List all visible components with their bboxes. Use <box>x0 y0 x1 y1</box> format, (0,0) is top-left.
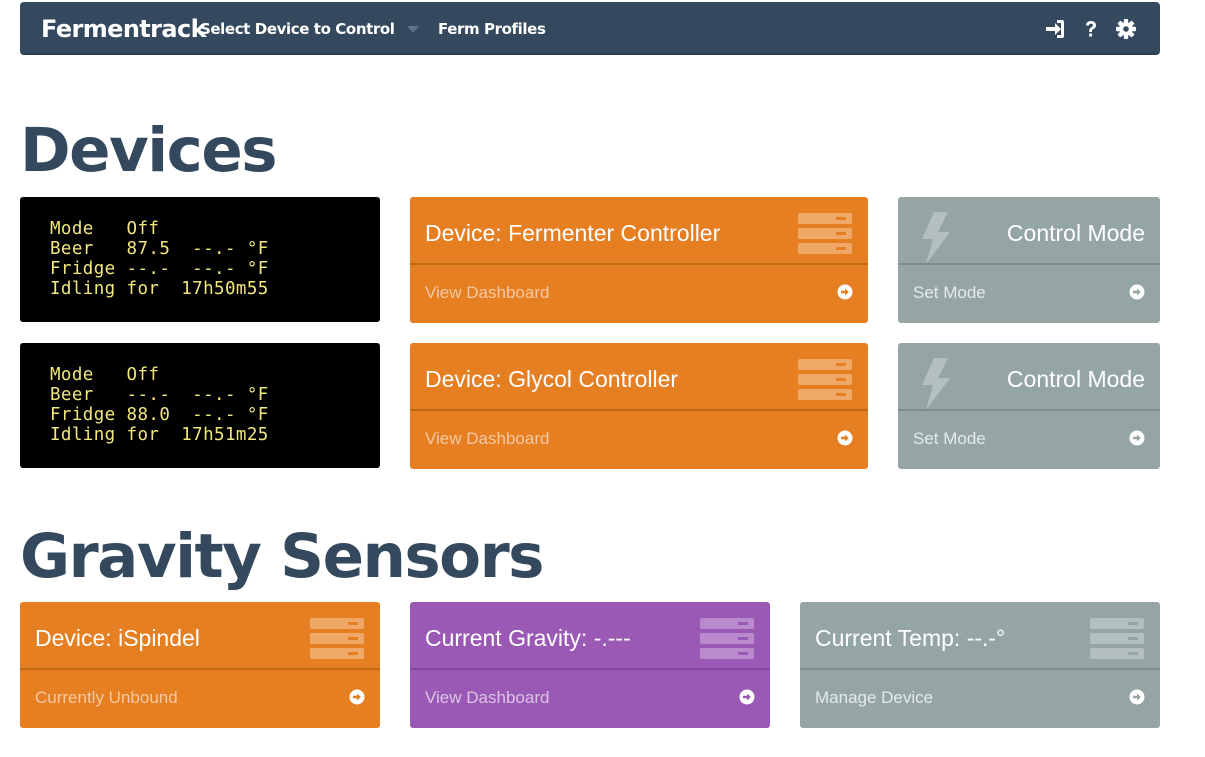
arrow-circle-right-icon[interactable] <box>739 689 755 705</box>
arrow-circle-right-icon[interactable] <box>837 430 853 446</box>
select-device-dropdown[interactable]: Select Device to Control <box>200 20 419 38</box>
view-dashboard-link[interactable]: View Dashboard <box>425 283 549 303</box>
device-panel-fermenter[interactable]: Device: Fermenter Controller View Dashbo… <box>410 197 868 323</box>
arrow-circle-right-icon[interactable] <box>1129 430 1145 446</box>
control-mode-title: Control Mode <box>1006 366 1145 392</box>
server-icon <box>1090 618 1144 660</box>
manage-device-link[interactable]: Manage Device <box>815 688 933 708</box>
device-title: Device: Fermenter Controller <box>425 220 721 246</box>
server-icon <box>798 213 852 255</box>
devices-heading: Devices <box>20 115 278 186</box>
gear-icon[interactable] <box>1115 18 1137 40</box>
lcd-display: Mode Off Beer --.- --.- °F Fridge 88.0 -… <box>20 343 380 468</box>
sign-in-icon[interactable] <box>1044 18 1066 40</box>
panel-divider <box>898 263 1160 265</box>
device-title: Device: iSpindel <box>35 625 200 651</box>
select-device-label: Select Device to Control <box>200 20 395 38</box>
control-mode-title: Control Mode <box>1006 220 1145 246</box>
panel-divider <box>898 409 1160 411</box>
lcd-line: Mode Off <box>50 365 160 385</box>
panel-divider <box>20 668 380 670</box>
current-temp-panel[interactable]: Current Temp: --.-° Manage Device <box>800 602 1160 728</box>
lcd-line: Beer --.- --.- °F <box>50 385 269 405</box>
set-mode-link[interactable]: Set Mode <box>913 283 986 303</box>
arrow-circle-right-icon[interactable] <box>837 284 853 300</box>
server-icon <box>310 618 364 660</box>
view-dashboard-link[interactable]: View Dashboard <box>425 688 549 708</box>
lcd-line: Idling for 17h51m25 <box>50 425 269 445</box>
panel-divider <box>410 263 868 265</box>
ispindel-device-panel[interactable]: Device: iSpindel Currently Unbound <box>20 602 380 728</box>
control-mode-panel[interactable]: Control Mode Set Mode <box>898 197 1160 323</box>
question-icon[interactable] <box>1080 18 1102 40</box>
lcd-line: Idling for 17h50m55 <box>50 279 269 299</box>
lcd-line: Beer 87.5 --.- °F <box>50 239 269 259</box>
current-temp-title: Current Temp: --.-° <box>815 625 1006 651</box>
brand-logo[interactable]: Fermentrack <box>41 15 207 43</box>
server-icon <box>798 359 852 401</box>
navbar: Fermentrack Select Device to Control Fer… <box>20 2 1160 55</box>
lcd-display: Mode Off Beer 87.5 --.- °F Fridge --.- -… <box>20 197 380 322</box>
bolt-icon <box>920 212 950 264</box>
panel-divider <box>800 668 1160 670</box>
current-gravity-panel[interactable]: Current Gravity: -.--- View Dashboard <box>410 602 770 728</box>
panel-divider <box>410 668 770 670</box>
control-mode-panel[interactable]: Control Mode Set Mode <box>898 343 1160 469</box>
view-dashboard-link[interactable]: View Dashboard <box>425 429 549 449</box>
panel-divider <box>410 409 868 411</box>
current-gravity-title: Current Gravity: -.--- <box>425 625 631 651</box>
arrow-circle-right-icon[interactable] <box>349 689 365 705</box>
device-panel-glycol[interactable]: Device: Glycol Controller View Dashboard <box>410 343 868 469</box>
currently-unbound-link[interactable]: Currently Unbound <box>35 688 178 708</box>
lcd-line: Fridge 88.0 --.- °F <box>50 405 269 425</box>
server-icon <box>700 618 754 660</box>
caret-down-icon <box>406 26 419 33</box>
arrow-circle-right-icon[interactable] <box>1129 689 1145 705</box>
gravity-sensors-heading: Gravity Sensors <box>20 521 545 592</box>
set-mode-link[interactable]: Set Mode <box>913 429 986 449</box>
device-title: Device: Glycol Controller <box>425 366 679 392</box>
lcd-line: Fridge --.- --.- °F <box>50 259 269 279</box>
ferm-profiles-link[interactable]: Ferm Profiles <box>438 20 546 38</box>
lcd-line: Mode Off <box>50 219 160 239</box>
arrow-circle-right-icon[interactable] <box>1129 284 1145 300</box>
bolt-icon <box>920 358 950 410</box>
